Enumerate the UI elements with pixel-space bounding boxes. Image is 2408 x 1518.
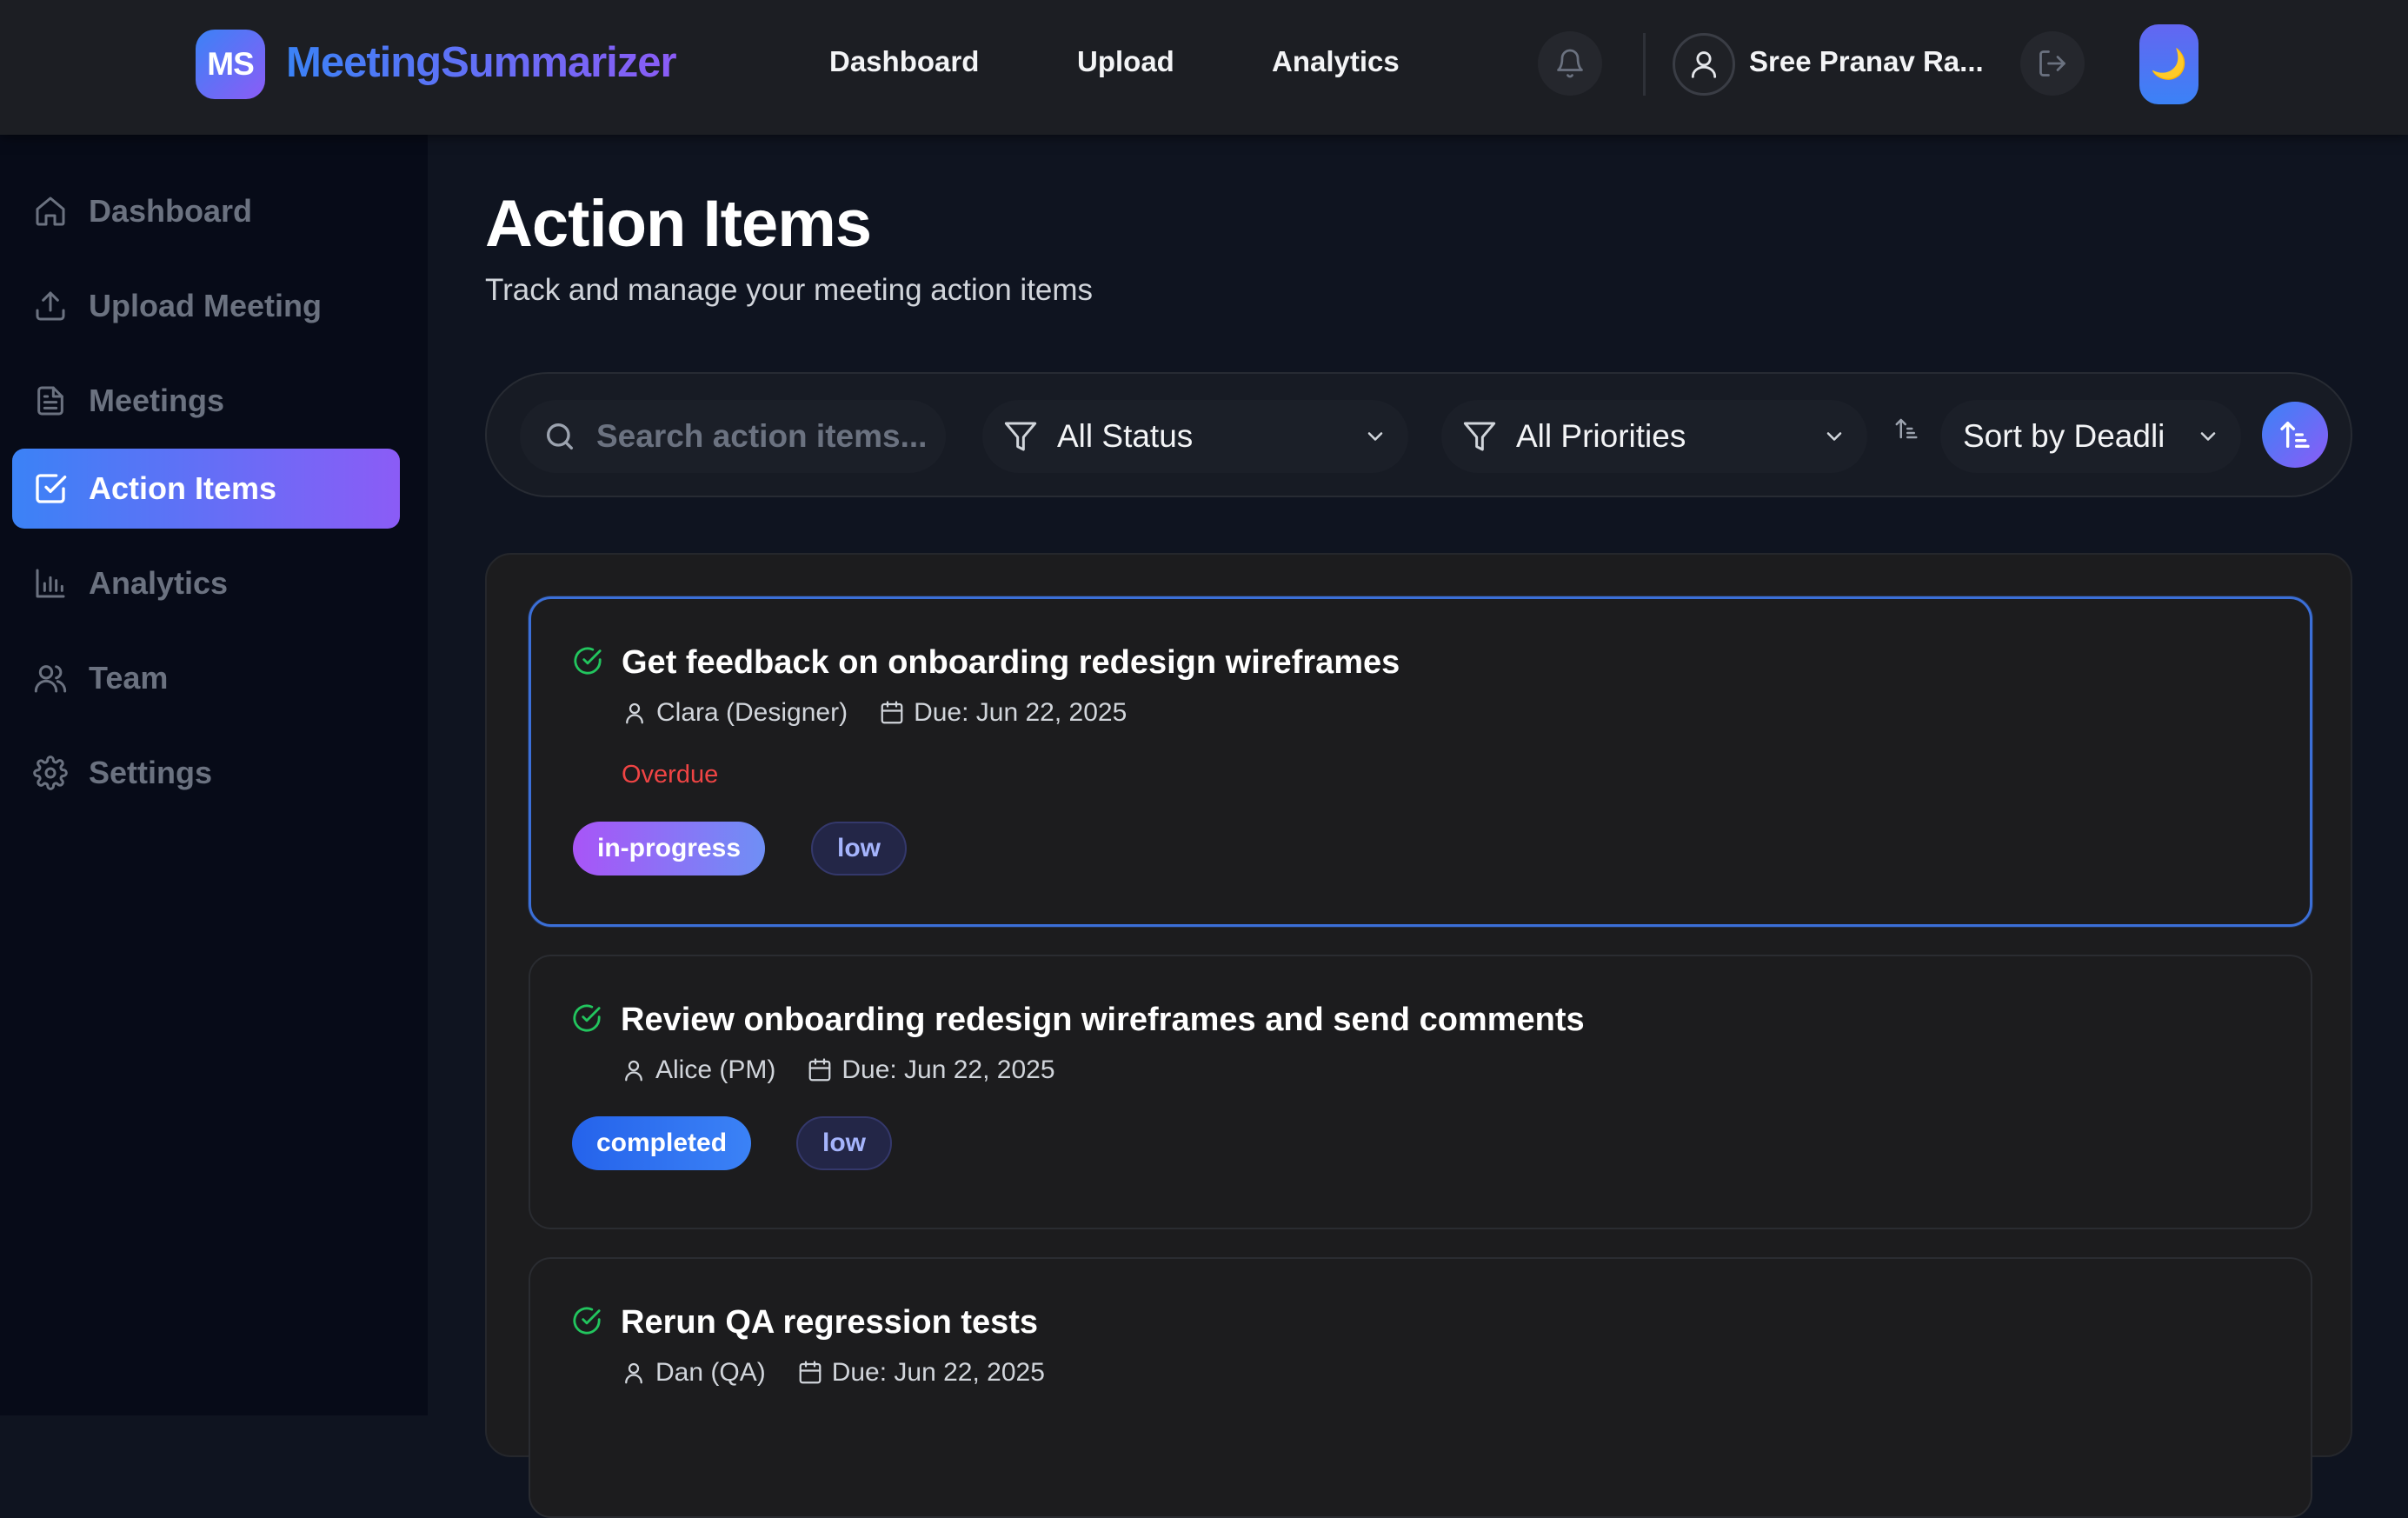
page-title: Action Items [485, 187, 872, 261]
priority-filter-select[interactable]: All Priorities [1441, 400, 1867, 473]
filter-icon [1003, 419, 1038, 454]
action-item-assignee: Dan (QA) [655, 1358, 766, 1387]
home-icon [33, 194, 68, 229]
sidebar-item-label: Team [89, 660, 169, 696]
page-subtitle: Track and manage your meeting action ite… [485, 273, 1094, 307]
search-input[interactable] [596, 418, 944, 455]
sidebar-item-label: Dashboard [89, 193, 253, 229]
logout-button[interactable] [2020, 31, 2085, 96]
bar-chart-icon [33, 566, 68, 601]
calendar-icon [807, 1057, 833, 1083]
sidebar-item-label: Meetings [89, 383, 225, 418]
action-item-assignee: Clara (Designer) [656, 698, 848, 727]
status-badge[interactable]: completed [572, 1116, 752, 1170]
header-divider [1643, 33, 1646, 96]
priority-badge[interactable]: low [796, 1116, 892, 1170]
users-icon [33, 661, 68, 696]
avatar[interactable] [1673, 33, 1735, 96]
nav-analytics[interactable]: Analytics [1272, 45, 1400, 78]
chevron-down-icon [1363, 424, 1387, 449]
sidebar-item-team[interactable]: Team [12, 638, 400, 718]
search-box[interactable] [520, 400, 946, 473]
sidebar-item-analytics[interactable]: Analytics [12, 543, 400, 623]
status-badge[interactable]: in-progress [573, 822, 766, 876]
sort-ascending-icon [2278, 417, 2312, 452]
user-icon [622, 700, 648, 726]
calendar-icon [797, 1360, 823, 1386]
action-item-due-date: Due: Jun 22, 2025 [914, 698, 1128, 727]
sort-select-value: Sort by Deadli [1963, 418, 2165, 454]
sidebar: Dashboard Upload Meeting Meetings Action… [0, 135, 428, 1415]
user-icon [1687, 48, 1720, 81]
gear-icon [33, 756, 68, 790]
user-icon [621, 1057, 647, 1083]
status-filter-value: All Status [1057, 418, 1194, 454]
check-circle-icon[interactable] [572, 1306, 602, 1335]
logo-badge[interactable]: MS [196, 30, 265, 99]
check-circle-icon[interactable] [573, 646, 602, 676]
priority-filter-value: All Priorities [1516, 418, 1686, 454]
chevron-down-icon [1822, 424, 1846, 449]
sidebar-item-label: Settings [89, 755, 213, 790]
sidebar-item-settings[interactable]: Settings [12, 733, 400, 813]
sidebar-item-meetings[interactable]: Meetings [12, 361, 400, 441]
sidebar-item-label: Analytics [89, 565, 229, 601]
priority-badge[interactable]: low [811, 822, 907, 876]
calendar-icon [879, 700, 905, 726]
nav-upload[interactable]: Upload [1077, 45, 1174, 78]
logout-icon [2037, 48, 2068, 79]
action-item-card[interactable]: Rerun QA regression tests Dan (QA) Due: … [529, 1257, 2312, 1518]
chevron-down-icon [2196, 424, 2220, 449]
action-item-meta: Dan (QA) Due: Jun 22, 2025 [621, 1358, 1076, 1388]
check-circle-icon[interactable] [572, 1003, 602, 1033]
search-icon [542, 419, 577, 454]
action-item-card[interactable]: Get feedback on onboarding redesign wire… [529, 596, 2312, 927]
checkbox-icon [33, 471, 68, 506]
bell-icon [1554, 48, 1586, 79]
user-icon [621, 1360, 647, 1386]
overdue-label: Overdue [622, 761, 719, 789]
action-item-title: Get feedback on onboarding redesign wire… [622, 644, 1400, 681]
sort-ascending-icon [1893, 416, 1919, 442]
user-name[interactable]: Sree Pranav Ra... [1749, 45, 1984, 78]
action-item-meta: Alice (PM) Due: Jun 22, 2025 [621, 1055, 1087, 1085]
action-items-list: Get feedback on onboarding redesign wire… [485, 553, 2352, 1518]
sort-select[interactable]: Sort by Deadli [1940, 400, 2241, 473]
theme-toggle-button[interactable]: 🌙 [2139, 24, 2198, 104]
action-item-card[interactable]: Review onboarding redesign wireframes an… [529, 955, 2312, 1229]
document-icon [33, 383, 68, 418]
upload-icon [33, 289, 68, 323]
sidebar-item-label: Action Items [89, 470, 277, 506]
sidebar-item-upload-meeting[interactable]: Upload Meeting [12, 266, 400, 346]
status-filter-select[interactable]: All Status [982, 400, 1408, 473]
sidebar-item-dashboard[interactable]: Dashboard [12, 171, 400, 251]
filter-bar: All Status All Priorities Sort by Deadli [485, 372, 2352, 497]
action-item-title: Rerun QA regression tests [621, 1304, 1039, 1341]
sort-direction-button[interactable] [2262, 402, 2328, 468]
action-item-due-date: Due: Jun 22, 2025 [831, 1358, 1045, 1387]
top-bar: MS MeetingSummarizer Dashboard Upload An… [0, 0, 2408, 135]
nav-dashboard[interactable]: Dashboard [829, 45, 979, 78]
app-name[interactable]: MeetingSummarizer [286, 38, 677, 90]
action-item-assignee: Alice (PM) [655, 1055, 776, 1084]
action-item-meta: Clara (Designer) Due: Jun 22, 2025 [622, 698, 1158, 728]
moon-icon: 🌙 [2150, 48, 2188, 81]
notifications-button[interactable] [1538, 31, 1602, 96]
sidebar-item-action-items[interactable]: Action Items [12, 449, 400, 529]
action-item-title: Review onboarding redesign wireframes an… [621, 1002, 1585, 1038]
action-item-due-date: Due: Jun 22, 2025 [841, 1055, 1055, 1084]
sidebar-item-label: Upload Meeting [89, 288, 322, 323]
filter-icon [1462, 419, 1497, 454]
